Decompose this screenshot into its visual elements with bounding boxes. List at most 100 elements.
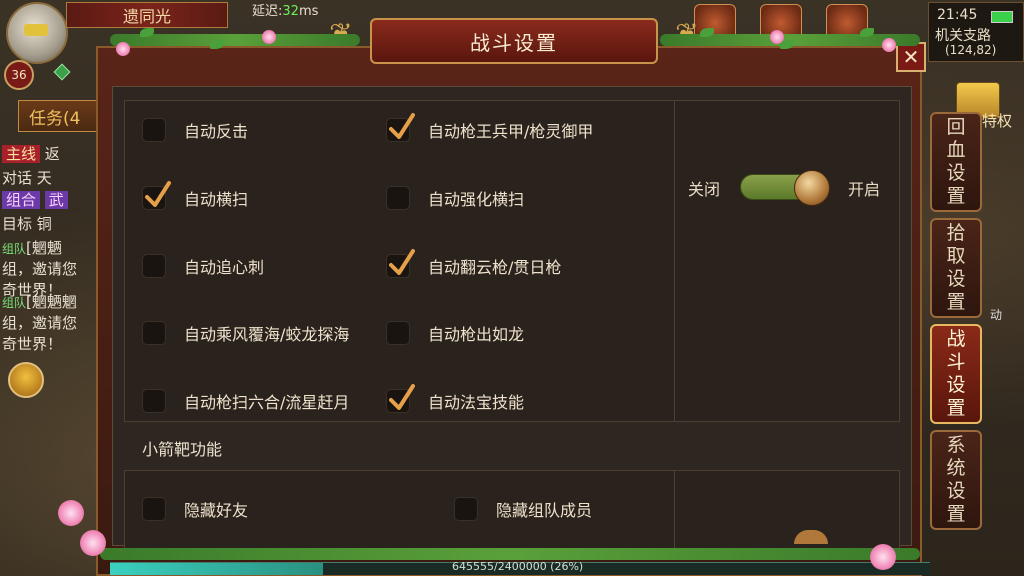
quest-type-target: 目标 <box>2 215 33 233</box>
checkbox[interactable] <box>142 254 166 278</box>
option-auto-wind-sea[interactable]: 自动乘风覆海/蛟龙探海 <box>142 319 349 347</box>
chat-sender: [魍魉魍 <box>26 293 77 311</box>
flower-decoration <box>870 544 896 570</box>
vine-decoration <box>100 548 920 560</box>
option-auto-magic-skill[interactable]: 自动法宝技能 <box>386 384 525 415</box>
latency-value: 32 <box>282 4 299 19</box>
flower-decoration <box>80 530 106 556</box>
option-auto-dragon-gun[interactable]: 自动枪出如龙 <box>386 319 524 347</box>
group-divider <box>674 470 675 550</box>
player-avatar[interactable] <box>6 2 68 64</box>
quest-row-target[interactable]: 目标 铜 <box>2 212 52 236</box>
quest-text: 天 <box>36 169 52 187</box>
option-label: 自动乘风覆海/蛟龙探海 <box>184 325 350 344</box>
checkbox[interactable] <box>386 113 415 142</box>
option-hide-friends[interactable]: 隐藏好友 <box>142 495 248 523</box>
status-panel: 21:45 机关支路 (124,82) <box>928 2 1024 62</box>
option-auto-six-directions[interactable]: 自动枪扫六合/流星赶月 <box>142 387 349 415</box>
tab-label: 回血设置 <box>946 116 966 207</box>
chat-sender: [魍魉 <box>26 239 62 257</box>
quest-row-main[interactable]: 主线 返 <box>2 142 60 166</box>
battery-icon <box>991 11 1013 23</box>
avatar-glasses-icon <box>24 24 48 36</box>
dialog-title: 战斗设置 <box>370 18 658 64</box>
checkbox[interactable] <box>386 321 410 345</box>
map-coords: (124,82) <box>945 43 997 57</box>
checkbox[interactable] <box>386 186 410 210</box>
toggle-on-label: 开启 <box>848 180 881 199</box>
checkbox[interactable] <box>386 384 415 413</box>
flower-decoration <box>262 30 276 44</box>
chat-line: 奇世界！ <box>2 335 63 353</box>
quest-type-combo: 组合 <box>2 191 41 209</box>
chat-tag: 组队 <box>2 242 27 256</box>
xp-text: 645555/2400000 (26%) <box>452 560 584 573</box>
checkbox[interactable] <box>142 118 166 142</box>
checkmark-icon <box>389 384 415 410</box>
latency-label: 延迟: <box>252 4 283 19</box>
checkbox[interactable] <box>142 389 166 413</box>
tab-pickup[interactable]: 拾取设置 <box>930 218 982 318</box>
tab-label: 系统设置 <box>946 434 966 525</box>
quest-type-dialog: 对话 <box>2 169 33 187</box>
checkmark-icon <box>145 181 171 207</box>
option-auto-gun-armor[interactable]: 自动枪王兵甲/枪灵御甲 <box>386 113 594 144</box>
chat-line: 组队[魍魉 <box>2 238 98 260</box>
tab-battle[interactable]: 战斗设置 <box>930 324 982 424</box>
vip-label: 特权 <box>982 112 1013 130</box>
option-auto-cloud-gun[interactable]: 自动翻云枪/贯日枪 <box>386 249 562 280</box>
quest-row-combo[interactable]: 组合 武 <box>2 188 68 212</box>
flower-decoration <box>770 30 784 44</box>
checkbox[interactable] <box>386 249 415 278</box>
flower-decoration <box>58 500 84 526</box>
close-button[interactable]: ✕ <box>896 42 926 72</box>
quest-type-main: 主线 <box>2 145 41 163</box>
checkbox[interactable] <box>454 497 478 521</box>
option-label: 自动追心刺 <box>184 258 265 277</box>
quest-row-dialog[interactable]: 对话 天 <box>2 166 52 190</box>
checkmark-icon <box>389 113 415 139</box>
quest-tab[interactable]: 任务(4 <box>18 100 98 132</box>
level-badge: 36 <box>4 60 34 90</box>
option-label: 自动枪出如龙 <box>428 325 525 344</box>
quest-text: 铜 <box>36 215 52 233</box>
option-label: 自动翻云枪/贯日枪 <box>428 258 562 277</box>
clock-time: 21:45 <box>937 7 978 23</box>
option-label: 自动枪王兵甲/枪灵御甲 <box>428 122 594 141</box>
xp-fill <box>110 563 324 575</box>
checkmark-icon <box>389 249 415 275</box>
chat-line: 组，邀请您 <box>2 314 78 332</box>
tab-label: 战斗设置 <box>946 328 966 419</box>
chat-tag: 组队 <box>2 296 27 310</box>
tab-system[interactable]: 系统设置 <box>930 430 982 530</box>
option-auto-sweep[interactable]: 自动横扫 <box>142 181 249 212</box>
option-label: 自动横扫 <box>184 190 249 209</box>
player-name: 遗同光 <box>66 2 228 28</box>
checkbox[interactable] <box>142 321 166 345</box>
option-label: 隐藏好友 <box>184 501 249 520</box>
quest-text: 武 <box>44 191 68 209</box>
quest-text: 返 <box>44 145 60 163</box>
map-name: 机关支路 <box>935 28 991 44</box>
chat-line: 组，邀请您 <box>2 260 78 278</box>
checkbox[interactable] <box>142 497 166 521</box>
chat-line: 组队[魍魉魍 <box>2 292 98 314</box>
option-label: 自动强化横扫 <box>428 190 525 209</box>
option-label: 自动枪扫六合/流星赶月 <box>184 393 350 412</box>
checkbox[interactable] <box>142 181 171 210</box>
option-hide-party[interactable]: 隐藏组队成员 <box>454 495 592 523</box>
option-label: 自动反击 <box>184 122 249 141</box>
section-heading: 小箭靶功能 <box>142 440 223 459</box>
tab-hp-recovery[interactable]: 回血设置 <box>930 112 982 212</box>
option-label: 隐藏组队成员 <box>496 501 593 520</box>
option-auto-enhanced-sweep[interactable]: 自动强化横扫 <box>386 184 524 212</box>
side-hint: 动 <box>990 308 1003 322</box>
option-auto-heart-pierce[interactable]: 自动追心刺 <box>142 252 264 280</box>
option-label: 自动法宝技能 <box>428 393 525 412</box>
flower-decoration <box>882 38 896 52</box>
option-auto-counter[interactable]: 自动反击 <box>142 116 248 144</box>
flower-decoration <box>116 42 130 56</box>
emoji-icon[interactable] <box>8 362 44 398</box>
toggle-knob[interactable] <box>794 170 830 206</box>
tab-label: 拾取设置 <box>946 222 966 313</box>
